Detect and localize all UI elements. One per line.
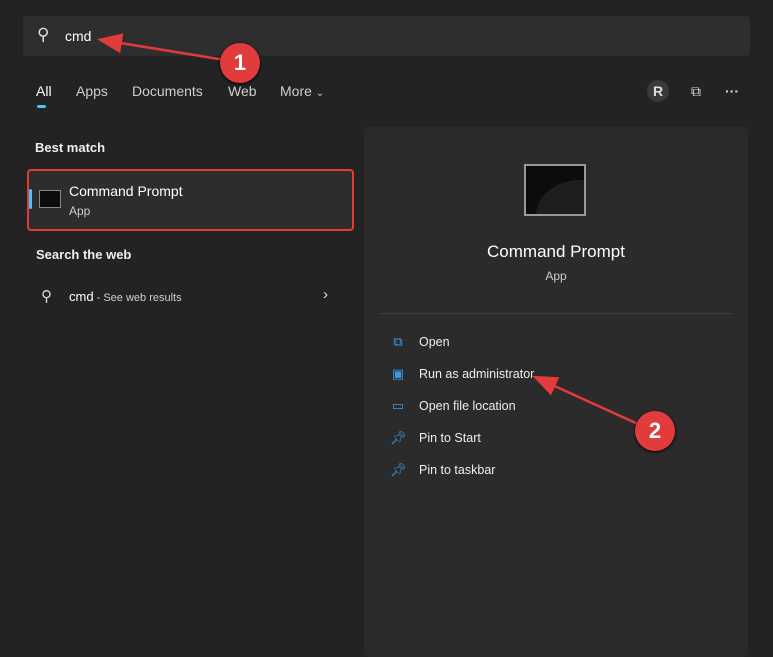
annotation-step-1: 1 bbox=[220, 43, 260, 83]
annotation-step-2: 2 bbox=[635, 411, 675, 451]
annotation-arrows bbox=[0, 0, 773, 650]
